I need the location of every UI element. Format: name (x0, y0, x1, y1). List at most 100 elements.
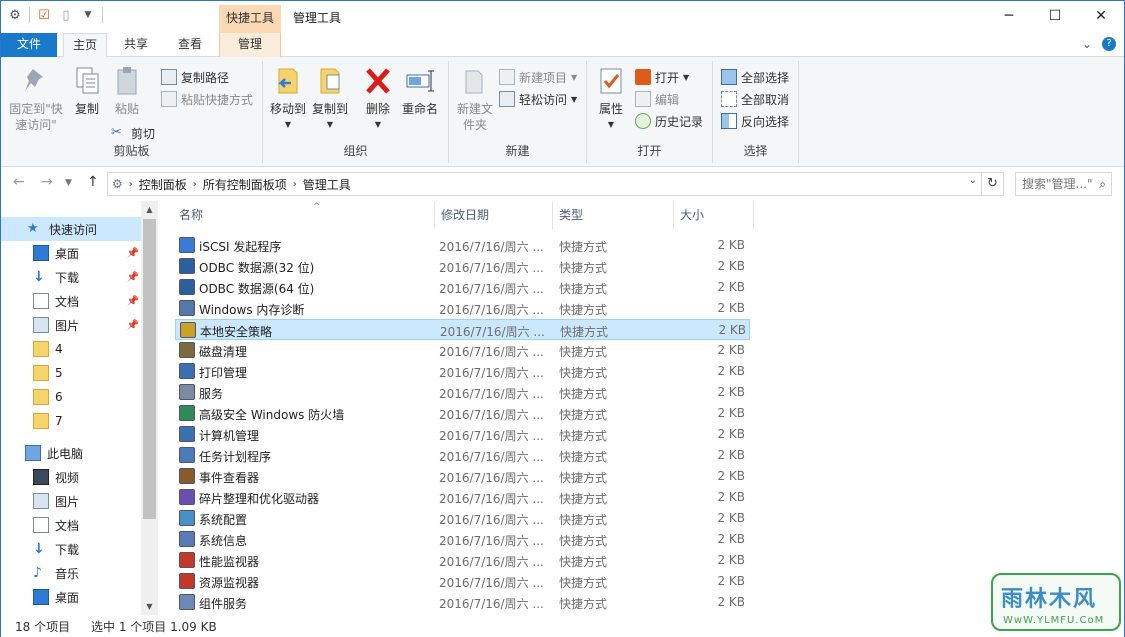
select-all-button[interactable]: 全部选择 (721, 67, 789, 87)
properties-button[interactable]: 属性 ▼ (593, 65, 629, 133)
address-bar[interactable]: ⚙ › 控制面板 › 所有控制面板项 › 管理工具 ⌄ (107, 172, 982, 196)
file-row[interactable]: 打印管理 2016/7/16/周六 ... 快捷方式 2 KB (175, 361, 750, 382)
forward-arrow-icon[interactable]: → (41, 174, 53, 190)
new-folder-button[interactable]: 新建文件夹 (453, 65, 497, 133)
file-row[interactable]: 资源监视器 2016/7/16/周六 ... 快捷方式 2 KB (175, 571, 750, 592)
nav-folder-4[interactable]: 4 (1, 337, 141, 361)
file-row[interactable]: 组件服务 2016/7/16/周六 ... 快捷方式 2 KB (175, 592, 750, 613)
select-none-button[interactable]: 全部取消 (721, 89, 789, 109)
paste-shortcut-button[interactable]: 粘贴快捷方式 (161, 89, 253, 109)
close-button[interactable]: ✕ (1078, 1, 1124, 31)
file-row[interactable]: 服务 2016/7/16/周六 ... 快捷方式 2 KB (175, 382, 750, 403)
rename-button[interactable]: 重命名 (399, 65, 441, 117)
nav-this-pc[interactable]: 此电脑 (1, 441, 141, 465)
file-row[interactable]: Windows 内存诊断 2016/7/16/周六 ... 快捷方式 2 KB (175, 298, 750, 319)
scroll-up-icon[interactable]: ▲ (141, 205, 158, 214)
pin-icon[interactable]: 📌 (127, 296, 139, 307)
file-size: 2 KB (717, 385, 745, 399)
tab-home[interactable]: 主页 (63, 33, 107, 58)
easy-access-button[interactable]: 轻松访问 ▼ (499, 89, 577, 109)
copy-button[interactable]: 复制 (69, 65, 105, 117)
recent-dropdown-icon[interactable]: ▼ (65, 178, 72, 188)
file-row[interactable]: 事件查看器 2016/7/16/周六 ... 快捷方式 2 KB (175, 466, 750, 487)
column-header-size[interactable]: 大小 (674, 201, 754, 229)
nav-pc-desktop[interactable]: 桌面 (1, 585, 141, 609)
file-row[interactable]: ODBC 数据源(32 位) 2016/7/16/周六 ... 快捷方式 2 KB (175, 256, 750, 277)
nav-scrollbar[interactable]: ▲ ▼ (141, 201, 158, 615)
file-row[interactable]: iSCSI 发起程序 2016/7/16/周六 ... 快捷方式 2 KB (175, 235, 750, 256)
refresh-button[interactable]: ↻ (982, 172, 1004, 196)
file-row[interactable]: 高级安全 Windows 防火墙 2016/7/16/周六 ... 快捷方式 2 KB (175, 403, 750, 424)
copy-path-button[interactable]: 复制路径 (161, 67, 229, 87)
column-header-date[interactable]: 修改日期 (435, 201, 553, 229)
nav-scroll-thumb[interactable] (143, 219, 156, 519)
system-info-icon (179, 531, 195, 547)
column-header-type[interactable]: 类型 (553, 201, 674, 229)
pin-icon[interactable]: 📌 (127, 248, 139, 259)
tab-view[interactable]: 查看 (167, 33, 213, 57)
breadcrumb-separator-icon[interactable]: › (193, 179, 197, 190)
file-row[interactable]: ODBC 数据源(64 位) 2016/7/16/周六 ... 快捷方式 2 KB (175, 277, 750, 298)
paste-button[interactable]: 粘贴 (109, 65, 145, 117)
tab-manage[interactable]: 管理 (219, 33, 281, 57)
maximize-button[interactable]: ☐ (1032, 1, 1078, 31)
nav-pc-documents[interactable]: 文档 (1, 513, 141, 537)
file-row[interactable]: 任务计划程序 2016/7/16/周六 ... 快捷方式 2 KB (175, 445, 750, 466)
properties-dropdown-icon: ▼ (607, 120, 615, 129)
breadcrumb-control-panel[interactable]: 控制面板 (139, 176, 187, 193)
address-dropdown-icon[interactable]: ⌄ (969, 175, 977, 186)
nav-folder-7[interactable]: 7 (1, 409, 141, 433)
move-to-button[interactable]: 移动到 ▼ (267, 65, 309, 133)
new-item-button[interactable]: 新建项目 ▼ (499, 67, 577, 87)
column-header-name[interactable]: ^ 名称 (173, 201, 435, 229)
nav-folder-5[interactable]: 5 (1, 361, 141, 385)
print-management-icon (179, 363, 195, 379)
scroll-down-icon[interactable]: ▼ (141, 602, 158, 611)
file-row[interactable]: 本地安全策略 2016/7/16/周六 ... 快捷方式 2 KB (175, 319, 750, 340)
nav-pictures[interactable]: 图片 📌 (1, 313, 141, 337)
breadcrumb-admin-tools[interactable]: 管理工具 (303, 176, 351, 193)
help-icon[interactable]: ? (1102, 37, 1116, 51)
copy-to-button[interactable]: 复制到 ▼ (309, 65, 351, 133)
tab-file[interactable]: 文件 (1, 33, 57, 57)
breadcrumb-all-items[interactable]: 所有控制面板项 (203, 176, 287, 193)
invert-selection-button[interactable]: 反向选择 (721, 111, 789, 131)
nav-downloads[interactable]: ↓ 下载 📌 (1, 265, 141, 289)
search-input[interactable]: 搜索"管理..." ⌕ (1015, 172, 1112, 196)
nav-pc-downloads[interactable]: ↓ 下载 (1, 537, 141, 561)
cut-button[interactable]: ✂ 剪切 (111, 123, 155, 143)
file-row[interactable]: 碎片整理和优化驱动器 2016/7/16/周六 ... 快捷方式 2 KB (175, 487, 750, 508)
expand-ribbon-icon[interactable]: ⌄ (1082, 37, 1092, 51)
breadcrumb-separator-icon[interactable]: › (293, 179, 297, 190)
tab-share[interactable]: 共享 (113, 33, 159, 57)
nav-documents[interactable]: 文档 📌 (1, 289, 141, 313)
nav-quick-access[interactable]: ★ 快速访问 (1, 217, 141, 241)
file-date: 2016/7/16/周六 ... (440, 325, 545, 339)
pin-icon[interactable]: 📌 (127, 272, 139, 283)
open-button[interactable]: 打开 ▼ (635, 67, 689, 87)
file-row[interactable]: 性能监视器 2016/7/16/周六 ... 快捷方式 2 KB (175, 550, 750, 571)
delete-button[interactable]: 删除 ▼ (361, 65, 395, 133)
qat-dropdown-icon[interactable]: ▼ (80, 7, 96, 23)
minimize-button[interactable]: ─ (986, 1, 1032, 31)
system-menu-icon[interactable]: ⚙ (7, 7, 23, 23)
nav-desktop[interactable]: 桌面 📌 (1, 241, 141, 265)
open-icon (635, 69, 651, 85)
file-row[interactable]: 计算机管理 2016/7/16/周六 ... 快捷方式 2 KB (175, 424, 750, 445)
pin-quick-access-button[interactable]: 固定到"快速访问" (7, 65, 65, 133)
new-folder-qat-icon[interactable]: ▯ (58, 7, 74, 23)
file-row[interactable]: 磁盘清理 2016/7/16/周六 ... 快捷方式 2 KB (175, 340, 750, 361)
pin-icon[interactable]: 📌 (127, 320, 139, 331)
file-row[interactable]: 系统配置 2016/7/16/周六 ... 快捷方式 2 KB (175, 508, 750, 529)
nav-music[interactable]: ♪ 音乐 (1, 561, 141, 585)
nav-pc-pictures[interactable]: 图片 (1, 489, 141, 513)
nav-folder-6[interactable]: 6 (1, 385, 141, 409)
back-arrow-icon[interactable]: ← (13, 174, 25, 190)
breadcrumb-separator-icon[interactable]: › (129, 179, 133, 190)
edit-button[interactable]: 编辑 (635, 89, 679, 109)
nav-videos[interactable]: 视频 (1, 465, 141, 489)
properties-qat-icon[interactable]: ☑ (36, 7, 52, 23)
file-row[interactable]: 系统信息 2016/7/16/周六 ... 快捷方式 2 KB (175, 529, 750, 550)
up-arrow-icon[interactable]: ↑ (87, 174, 99, 190)
history-button[interactable]: 历史记录 (635, 111, 703, 131)
